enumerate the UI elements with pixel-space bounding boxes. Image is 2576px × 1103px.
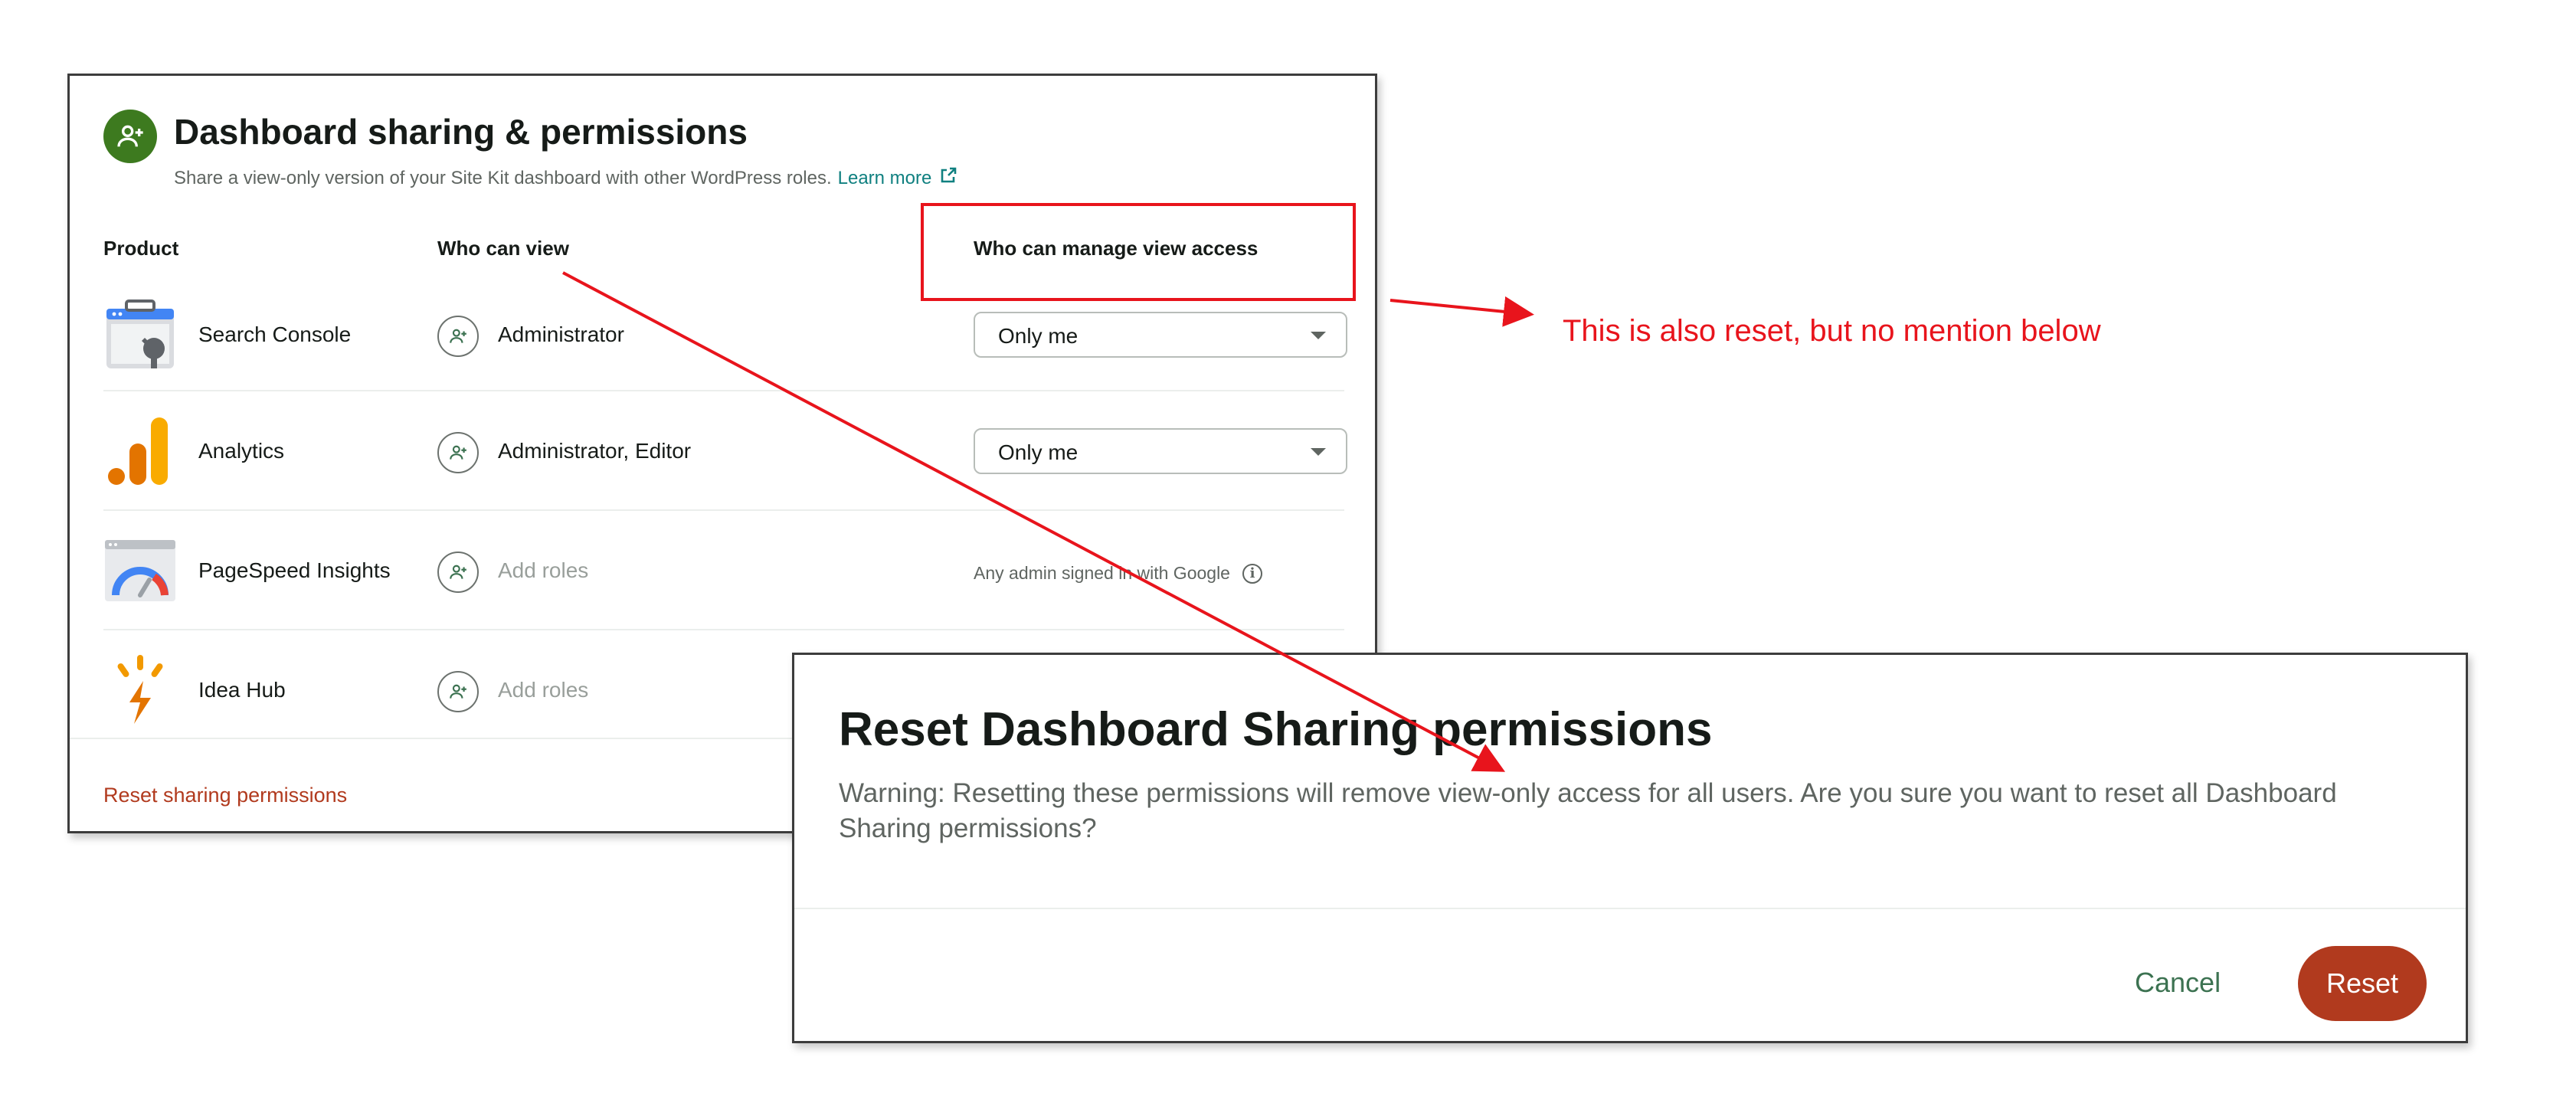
analytics-icon: [103, 414, 177, 488]
view-roles-text: Administrator: [498, 322, 624, 346]
product-name: PageSpeed Insights: [198, 558, 391, 582]
manage-access-select[interactable]: Only me: [974, 428, 1347, 474]
search-console-icon: [103, 298, 177, 371]
external-link-icon: [939, 166, 957, 190]
view-roles-text: Administrator, Editor: [498, 439, 692, 463]
reset-button[interactable]: Reset: [2298, 946, 2427, 1021]
add-roles-button[interactable]: [437, 316, 479, 357]
annotation-arrow-right: [1389, 296, 1534, 327]
info-icon[interactable]: i: [1242, 563, 1262, 584]
learn-more-link[interactable]: Learn more: [838, 166, 958, 190]
idea-hub-icon: [103, 653, 177, 727]
manage-access-text: Any admin signed in with Google: [974, 563, 1230, 583]
column-header-product: Product: [103, 237, 179, 260]
select-value: Only me: [998, 440, 1079, 464]
manage-access-info: Any admin signed in with Google i: [974, 563, 1262, 584]
panel-title: Dashboard sharing & permissions: [174, 112, 748, 152]
product-name: Analytics: [198, 439, 285, 463]
reset-sharing-permissions-link[interactable]: Reset sharing permissions: [103, 784, 347, 807]
chevron-down-icon: [1311, 332, 1326, 339]
pagespeed-icon: [103, 534, 177, 607]
add-roles-placeholder: Add roles: [498, 678, 589, 702]
panel-subtitle: Share a view-only version of your Site K…: [174, 166, 957, 190]
product-name: Search Console: [198, 322, 352, 346]
manage-access-select[interactable]: Only me: [974, 312, 1347, 358]
table-row-pagespeed-insights: PageSpeed Insights Add roles Any admin s…: [103, 511, 1344, 630]
add-roles-button[interactable]: [437, 671, 479, 712]
annotation-highlight-box: [921, 203, 1356, 301]
cancel-button[interactable]: Cancel: [2135, 967, 2221, 999]
add-roles-placeholder: Add roles: [498, 558, 589, 582]
panel-subtitle-text: Share a view-only version of your Site K…: [174, 167, 832, 188]
product-name: Idea Hub: [198, 678, 286, 702]
column-header-who-can-view: Who can view: [437, 237, 569, 260]
annotation-text: This is also reset, but no mention below: [1563, 314, 2101, 348]
select-value: Only me: [998, 324, 1079, 348]
reset-confirmation-dialog: Reset Dashboard Sharing permissions Warn…: [792, 653, 2468, 1043]
table-row-analytics: Analytics Administrator, Editor Only me: [103, 391, 1347, 511]
chevron-down-icon: [1311, 448, 1326, 456]
dialog-divider: [794, 908, 2466, 909]
add-roles-button[interactable]: [437, 432, 479, 473]
dialog-body: Warning: Resetting these permissions wil…: [839, 778, 2337, 843]
learn-more-label: Learn more: [837, 167, 932, 188]
add-person-icon: [103, 110, 157, 163]
add-roles-button[interactable]: [437, 552, 479, 593]
dialog-title: Reset Dashboard Sharing permissions: [839, 703, 1713, 756]
